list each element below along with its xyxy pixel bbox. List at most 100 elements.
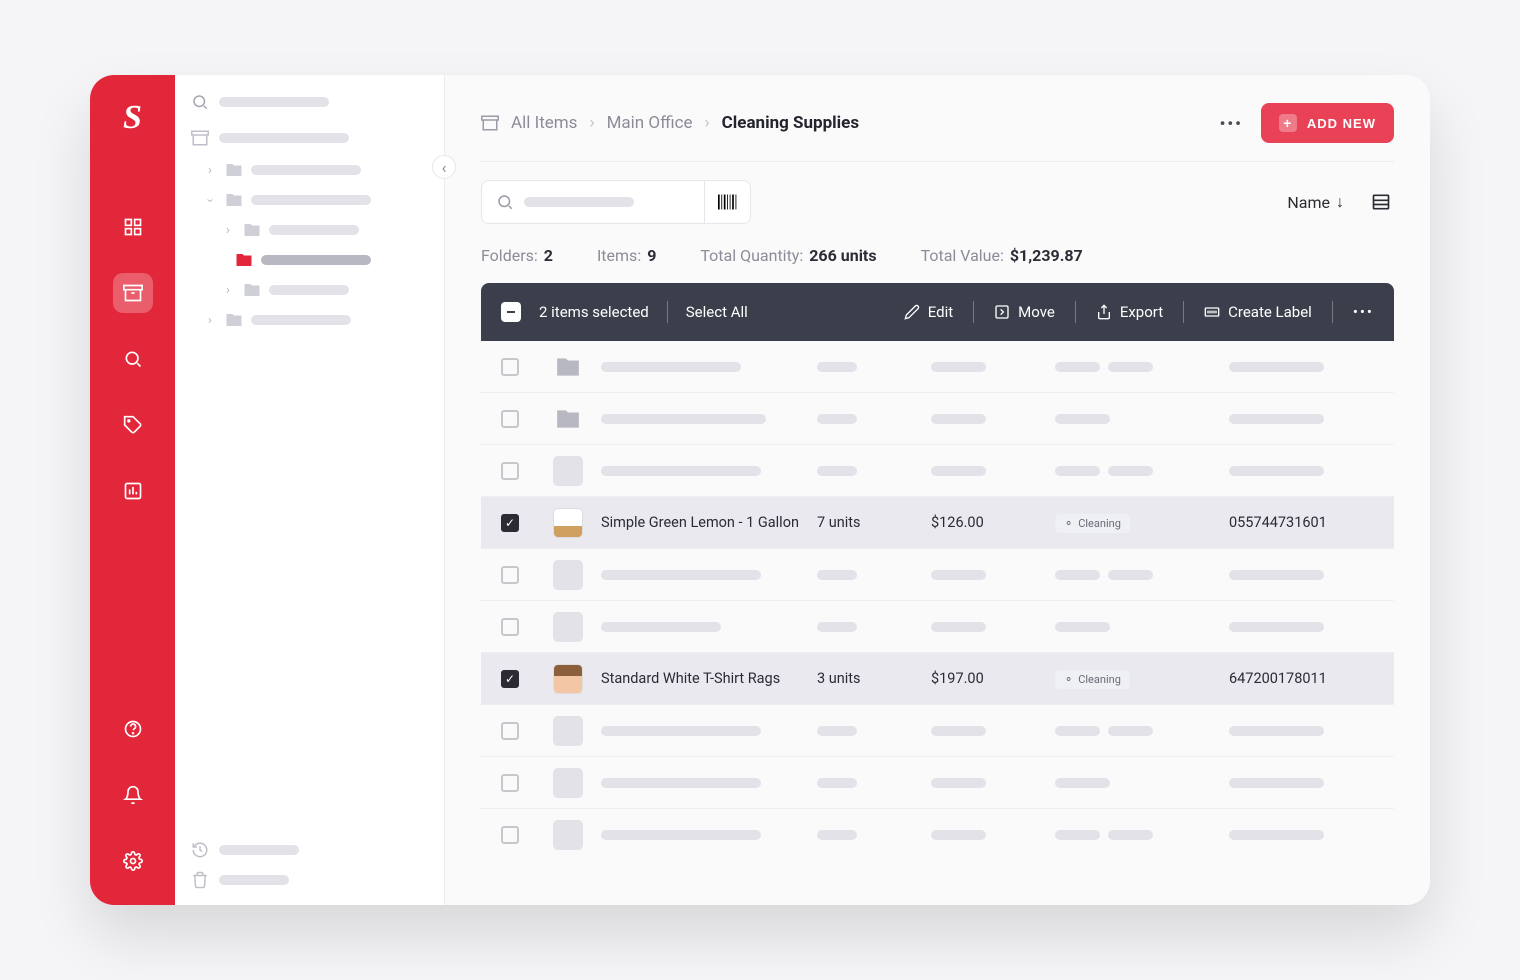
tree-item[interactable]: › xyxy=(175,185,444,215)
selection-more-button[interactable]: ••• xyxy=(1353,303,1374,321)
arrow-down-icon: ↓ xyxy=(1336,192,1344,212)
tree-item-active[interactable] xyxy=(175,245,444,275)
row-checkbox[interactable] xyxy=(501,618,519,636)
create-label-button[interactable]: Create Label xyxy=(1204,303,1312,321)
nav-settings[interactable] xyxy=(113,841,153,881)
tree-item[interactable]: › xyxy=(175,275,444,305)
item-thumb xyxy=(553,768,583,798)
item-list: ✓ Simple Green Lemon - 1 Gallon 7 units … xyxy=(481,341,1394,851)
row-checkbox[interactable]: ✓ xyxy=(501,670,519,688)
table-row[interactable] xyxy=(481,809,1394,851)
table-row[interactable]: ✓ Standard White T-Shirt Rags 3 units $1… xyxy=(481,653,1394,705)
item-qty: 3 units xyxy=(817,670,927,687)
item-thumb xyxy=(553,456,583,486)
selection-count: 2 items selected xyxy=(539,303,649,321)
nav-notifications[interactable] xyxy=(113,775,153,815)
add-new-button[interactable]: + ADD NEW xyxy=(1261,103,1394,143)
nav-search[interactable] xyxy=(113,339,153,379)
tree-trash[interactable] xyxy=(191,871,428,889)
item-thumb xyxy=(553,664,583,694)
item-tag: ⚬Cleaning xyxy=(1055,670,1130,689)
item-thumb xyxy=(553,820,583,850)
row-checkbox[interactable] xyxy=(501,462,519,480)
item-qty: 7 units xyxy=(817,514,927,531)
search-icon xyxy=(191,93,209,111)
folder-icon xyxy=(225,311,243,329)
row-checkbox[interactable] xyxy=(501,722,519,740)
main-search xyxy=(481,180,751,224)
chevron-right-icon: › xyxy=(589,113,594,133)
more-button[interactable]: ••• xyxy=(1220,114,1243,133)
row-checkbox[interactable] xyxy=(501,826,519,844)
table-row[interactable] xyxy=(481,705,1394,757)
main-search-input[interactable] xyxy=(524,197,634,207)
tree-search-input[interactable] xyxy=(219,97,329,107)
nav-dashboard[interactable] xyxy=(113,207,153,247)
pencil-icon xyxy=(904,304,920,320)
select-all-button[interactable]: Select All xyxy=(686,303,748,321)
row-checkbox[interactable] xyxy=(501,774,519,792)
nav-tags[interactable] xyxy=(113,405,153,445)
chevron-right-icon: › xyxy=(705,113,710,133)
item-name: Simple Green Lemon - 1 Gallon xyxy=(601,514,813,531)
app-logo: S xyxy=(123,99,142,137)
tree-panel: › › › › › xyxy=(175,75,445,905)
stats-row: Folders:2 Items:9 Total Quantity:266 uni… xyxy=(481,246,1394,265)
nav-help[interactable] xyxy=(113,709,153,749)
row-checkbox[interactable] xyxy=(501,566,519,584)
chevron-down-icon: › xyxy=(203,193,218,207)
chevron-right-icon: › xyxy=(203,163,217,178)
barcode-button[interactable] xyxy=(704,181,750,223)
table-row[interactable] xyxy=(481,549,1394,601)
tree-item[interactable]: › xyxy=(175,215,444,245)
table-row[interactable] xyxy=(481,393,1394,445)
search-icon xyxy=(496,193,514,211)
export-icon xyxy=(1096,304,1112,320)
table-row[interactable] xyxy=(481,341,1394,393)
nav-items[interactable] xyxy=(113,273,153,313)
view-list-button[interactable] xyxy=(1368,189,1394,215)
sort-dropdown[interactable]: Name ↓ xyxy=(1287,192,1344,212)
item-thumb xyxy=(553,560,583,590)
tree-root-label[interactable] xyxy=(219,133,349,143)
history-icon xyxy=(191,841,209,859)
add-new-label: ADD NEW xyxy=(1307,116,1376,131)
sidebar-nav: S xyxy=(90,75,175,905)
folder-icon xyxy=(553,352,583,382)
box-icon xyxy=(191,129,209,147)
move-button[interactable]: Move xyxy=(994,303,1055,321)
row-checkbox[interactable]: ✓ xyxy=(501,514,519,532)
breadcrumb-mid[interactable]: Main Office xyxy=(607,113,693,133)
item-thumb xyxy=(553,716,583,746)
table-row[interactable] xyxy=(481,601,1394,653)
item-price: $126.00 xyxy=(931,514,1051,531)
nav-reports[interactable] xyxy=(113,471,153,511)
table-row[interactable] xyxy=(481,445,1394,497)
row-checkbox[interactable] xyxy=(501,410,519,428)
item-tag: ⚬Cleaning xyxy=(1055,514,1130,533)
tree-item[interactable]: › xyxy=(175,305,444,335)
select-all-checkbox[interactable] xyxy=(501,302,521,322)
edit-button[interactable]: Edit xyxy=(904,303,953,321)
collapse-tree-button[interactable]: ‹ xyxy=(432,155,456,179)
tree-history[interactable] xyxy=(191,841,428,859)
folder-icon xyxy=(243,281,261,299)
item-price: $197.00 xyxy=(931,670,1051,687)
tree-item[interactable]: › xyxy=(175,155,444,185)
row-checkbox[interactable] xyxy=(501,358,519,376)
table-row[interactable]: ✓ Simple Green Lemon - 1 Gallon 7 units … xyxy=(481,497,1394,549)
folder-icon xyxy=(235,251,253,269)
sort-label: Name xyxy=(1287,193,1330,212)
plus-icon: + xyxy=(1279,114,1297,132)
export-button[interactable]: Export xyxy=(1096,303,1163,321)
table-row[interactable] xyxy=(481,757,1394,809)
main-content: All Items › Main Office › Cleaning Suppl… xyxy=(445,75,1430,905)
tag-icon: ⚬ xyxy=(1064,517,1073,530)
item-thumb xyxy=(553,508,583,538)
breadcrumb-root[interactable]: All Items xyxy=(511,113,577,133)
breadcrumb-current: Cleaning Supplies xyxy=(722,113,859,133)
folder-icon xyxy=(243,221,261,239)
item-sku: 055744731601 xyxy=(1229,514,1374,531)
move-icon xyxy=(994,304,1010,320)
barcode-icon xyxy=(1204,304,1220,320)
